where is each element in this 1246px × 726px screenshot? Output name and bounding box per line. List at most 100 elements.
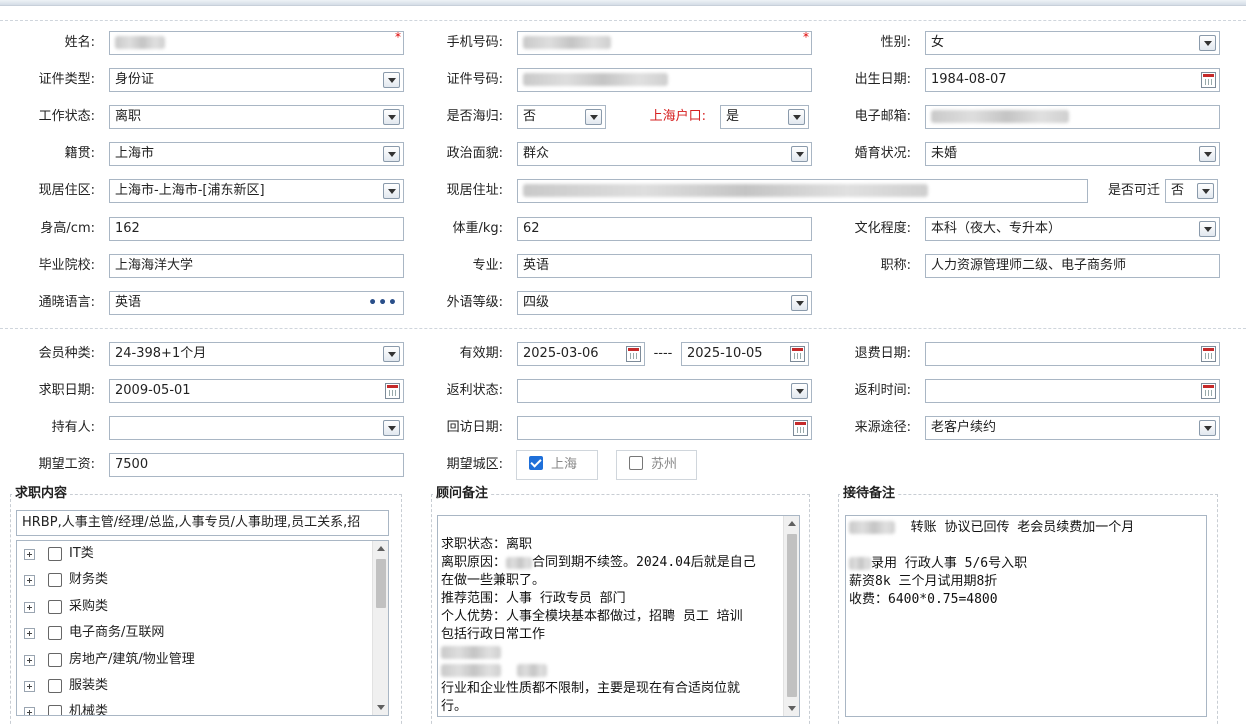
scroll-up-icon[interactable] bbox=[788, 521, 796, 526]
gender-select[interactable]: 女 bbox=[925, 31, 1220, 55]
valid-from-value: 2025-03-06 bbox=[523, 346, 599, 361]
salary-input[interactable]: 7500 bbox=[109, 453, 404, 477]
shanghai-hukou-select[interactable]: 是 bbox=[720, 105, 809, 129]
checkbox-checked-icon[interactable] bbox=[529, 456, 543, 470]
tree-scrollbar[interactable] bbox=[372, 541, 388, 715]
calendar-icon[interactable] bbox=[793, 420, 808, 436]
chevron-down-icon[interactable] bbox=[383, 420, 400, 436]
notes-scrollbar[interactable] bbox=[783, 516, 799, 716]
residence-address-input[interactable] bbox=[517, 179, 1088, 203]
birth-date-input[interactable]: 1984-08-07 bbox=[925, 68, 1220, 92]
note-line: 推荐范围：人事 行政专员 部门 bbox=[441, 591, 626, 606]
calendar-icon[interactable] bbox=[1201, 346, 1216, 362]
revisit-date-input[interactable] bbox=[517, 416, 812, 440]
email-input[interactable] bbox=[925, 105, 1220, 129]
chevron-down-icon[interactable] bbox=[585, 109, 602, 125]
chevron-down-icon[interactable] bbox=[788, 109, 805, 125]
school-input[interactable]: 上海海洋大学 bbox=[109, 254, 404, 278]
chevron-down-icon[interactable] bbox=[383, 183, 400, 199]
redacted-text bbox=[441, 646, 501, 659]
chevron-down-icon[interactable] bbox=[791, 146, 808, 162]
holder-select[interactable] bbox=[109, 416, 404, 440]
scroll-down-icon[interactable] bbox=[788, 706, 796, 711]
returnee-select[interactable]: 否 bbox=[517, 105, 606, 129]
work-status-select[interactable]: 离职 bbox=[109, 105, 404, 129]
chevron-down-icon[interactable] bbox=[1197, 183, 1214, 199]
checkbox-unchecked-icon[interactable] bbox=[48, 626, 62, 640]
scroll-up-icon[interactable] bbox=[377, 546, 385, 551]
expand-icon[interactable] bbox=[24, 602, 35, 613]
required-mark: * bbox=[395, 31, 401, 44]
checkbox-unchecked-icon[interactable] bbox=[48, 600, 62, 614]
scroll-thumb[interactable] bbox=[787, 534, 797, 697]
email-label: 电子邮箱: bbox=[854, 109, 911, 124]
member-type-select[interactable]: 24-398+1个月 bbox=[109, 342, 404, 366]
expand-icon[interactable] bbox=[24, 575, 35, 586]
chevron-down-icon[interactable] bbox=[383, 109, 400, 125]
marital-select[interactable]: 未婚 bbox=[925, 142, 1220, 166]
education-select[interactable]: 本科（夜大、专升本） bbox=[925, 217, 1220, 241]
chevron-down-icon[interactable] bbox=[791, 295, 808, 311]
relocate-select[interactable]: 否 bbox=[1165, 179, 1218, 203]
city-suzhou-label: 苏州 bbox=[651, 457, 678, 472]
calendar-icon[interactable] bbox=[385, 383, 400, 399]
expand-icon[interactable] bbox=[24, 628, 35, 639]
expand-icon[interactable] bbox=[24, 549, 35, 560]
native-select[interactable]: 上海市 bbox=[109, 142, 404, 166]
calendar-icon[interactable] bbox=[790, 346, 805, 362]
city-shanghai-checkbox[interactable]: 上海 bbox=[516, 450, 598, 480]
major-input[interactable]: 英语 bbox=[517, 254, 812, 278]
chevron-down-icon[interactable] bbox=[383, 146, 400, 162]
job-content-summary-input[interactable]: HRBP,人事主管/经理/总监,人事专员/人事助理,员工关系,招 bbox=[16, 510, 389, 536]
foreign-level-select[interactable]: 四级 bbox=[517, 291, 812, 315]
calendar-icon[interactable] bbox=[1201, 383, 1216, 399]
residence-area-select[interactable]: 上海市-上海市-[浦东新区] bbox=[109, 179, 404, 203]
chevron-down-icon[interactable] bbox=[1199, 420, 1216, 436]
name-input[interactable]: * bbox=[109, 31, 404, 55]
chevron-down-icon[interactable] bbox=[383, 346, 400, 362]
city-suzhou-checkbox[interactable]: 苏州 bbox=[616, 450, 697, 480]
calendar-icon[interactable] bbox=[1201, 72, 1216, 88]
id-type-select[interactable]: 身份证 bbox=[109, 68, 404, 92]
expand-icon[interactable] bbox=[24, 707, 35, 715]
rebate-status-select[interactable] bbox=[517, 379, 812, 403]
chevron-down-icon[interactable] bbox=[791, 383, 808, 399]
title-input[interactable]: 人力资源管理师二级、电子商务师 bbox=[925, 254, 1220, 278]
advisor-notes-textarea[interactable]: 求职状态：离职 离职原因： 合同到期不续签。2024.04后就是自己 在做一些兼职… bbox=[437, 515, 800, 717]
checkbox-unchecked-icon[interactable] bbox=[48, 573, 62, 587]
chevron-down-icon[interactable] bbox=[1199, 35, 1216, 51]
chevron-down-icon[interactable] bbox=[1199, 221, 1216, 237]
education-value: 本科（夜大、专升本） bbox=[931, 221, 1062, 236]
checkbox-unchecked-icon[interactable] bbox=[48, 679, 62, 693]
redacted-text bbox=[516, 664, 547, 677]
height-input[interactable]: 162 bbox=[109, 217, 404, 241]
reception-notes-textarea[interactable]: 转账 协议已回传 老会员续费加一个月 录用 行政人事 5/6号入职 薪资8k 三… bbox=[845, 515, 1207, 717]
scroll-down-icon[interactable] bbox=[377, 705, 385, 710]
source-select[interactable]: 老客户续约 bbox=[925, 416, 1220, 440]
id-number-input[interactable] bbox=[517, 68, 812, 92]
expand-icon[interactable] bbox=[24, 655, 35, 666]
phone-input[interactable]: * bbox=[517, 31, 812, 55]
chevron-down-icon[interactable] bbox=[383, 72, 400, 88]
calendar-icon[interactable] bbox=[626, 346, 641, 362]
language-input[interactable]: 英语 ••• bbox=[109, 291, 404, 315]
holder-label: 持有人: bbox=[51, 420, 95, 435]
expand-icon[interactable] bbox=[24, 681, 35, 692]
checkbox-unchecked-icon[interactable] bbox=[48, 547, 62, 561]
chevron-down-icon[interactable] bbox=[1199, 146, 1216, 162]
scroll-thumb[interactable] bbox=[376, 559, 386, 608]
job-category-tree[interactable]: IT类 财务类 采购类 电子商务/互联网 房地产/建筑/物业管理 服装类 机械类 bbox=[16, 540, 389, 716]
valid-to-input[interactable]: 2025-10-05 bbox=[681, 342, 809, 366]
political-select[interactable]: 群众 bbox=[517, 142, 812, 166]
checkbox-unchecked-icon[interactable] bbox=[629, 456, 643, 470]
checkbox-unchecked-icon[interactable] bbox=[48, 653, 62, 667]
more-options-icon[interactable]: ••• bbox=[368, 296, 398, 310]
rebate-time-input[interactable] bbox=[925, 379, 1220, 403]
job-date-input[interactable]: 2009-05-01 bbox=[109, 379, 404, 403]
major-value: 英语 bbox=[523, 258, 550, 273]
weight-input[interactable]: 62 bbox=[517, 217, 812, 241]
refund-date-input[interactable] bbox=[925, 342, 1220, 366]
residence-area-value: 上海市-上海市-[浦东新区] bbox=[115, 183, 265, 198]
checkbox-unchecked-icon[interactable] bbox=[48, 705, 62, 715]
valid-from-input[interactable]: 2025-03-06 bbox=[517, 342, 645, 366]
